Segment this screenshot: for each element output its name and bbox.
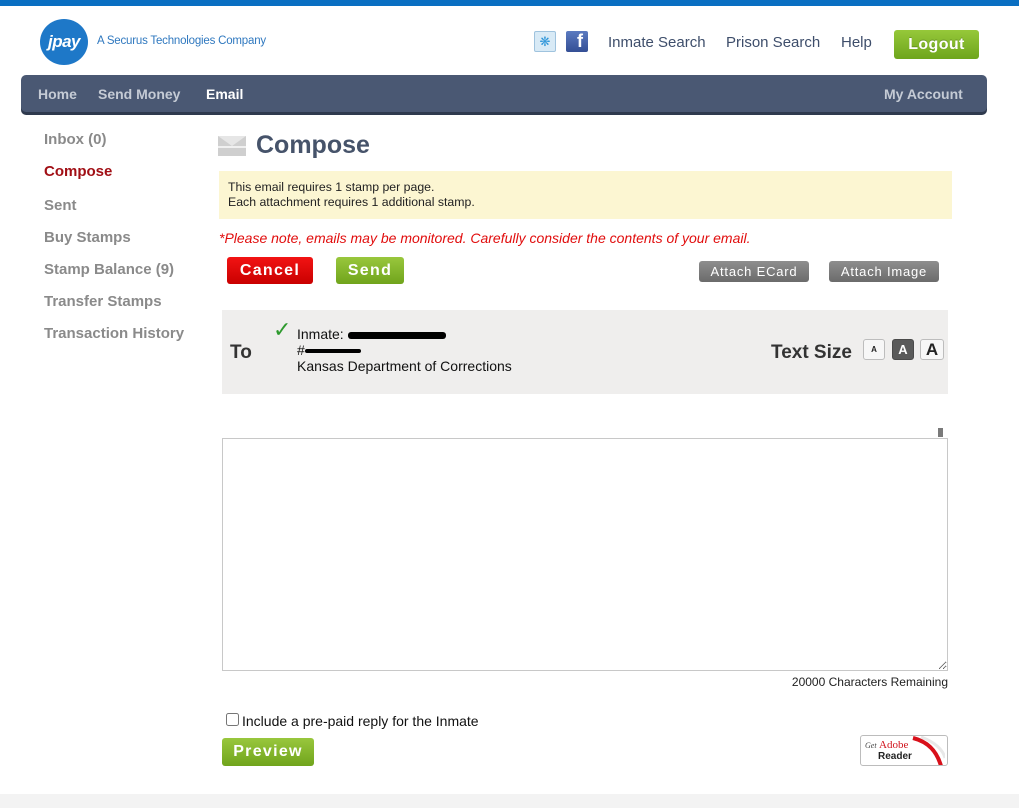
nav-send-money[interactable]: Send Money — [98, 86, 180, 102]
notice-line: Each attachment requires 1 additional st… — [228, 195, 475, 209]
sidebar-item-buy-stamps[interactable]: Buy Stamps — [44, 229, 131, 246]
notice-line: This email requires 1 stamp per page. — [228, 180, 435, 194]
prepaid-reply-checkbox[interactable] — [226, 713, 239, 726]
facebook-icon[interactable]: f — [566, 31, 588, 52]
inmate-id-line: # — [297, 342, 361, 358]
inmate-name-line: Inmate: — [297, 326, 446, 342]
top-accent-bar — [0, 0, 1019, 6]
stamp-notice: This email requires 1 stamp per page. Ea… — [219, 171, 952, 219]
preview-button[interactable]: Preview — [222, 738, 314, 766]
envelope-icon — [218, 136, 246, 156]
sidebar-item-transfer-stamps[interactable]: Transfer Stamps — [44, 293, 162, 310]
to-label: To — [230, 342, 252, 363]
logout-button[interactable]: Logout — [894, 30, 979, 59]
jpay-logo[interactable]: jpay — [40, 19, 88, 65]
nav-my-account[interactable]: My Account — [884, 86, 963, 102]
page-footer — [0, 794, 1019, 808]
inmate-search-link[interactable]: Inmate Search — [608, 34, 706, 51]
text-size-label: Text Size — [771, 342, 852, 363]
sidebar-item-sent[interactable]: Sent — [44, 197, 77, 214]
nav-home[interactable]: Home — [38, 86, 77, 102]
twitter-icon[interactable]: ❋ — [534, 31, 556, 52]
attach-image-button[interactable]: Attach Image — [829, 261, 939, 282]
logo-text: jpay — [47, 32, 81, 51]
prison-search-link[interactable]: Prison Search — [726, 34, 820, 51]
adobe-get-text: Get — [865, 741, 877, 750]
adobe-brand-text: Adobe — [879, 739, 909, 751]
main-nav: Home Send Money Email My Account — [21, 75, 987, 112]
recipient-panel: To ✓ Inmate: # Kansas Department of Corr… — [222, 310, 948, 394]
facility-name: Kansas Department of Corrections — [297, 358, 512, 374]
adobe-reader-text: Reader — [878, 751, 912, 762]
page-title: Compose — [256, 131, 370, 159]
text-size-large-button[interactable]: A — [920, 339, 944, 360]
cancel-button[interactable]: Cancel — [227, 257, 313, 284]
prepaid-reply-label[interactable]: Include a pre-paid reply for the Inmate — [242, 713, 479, 729]
text-size-small-button[interactable]: A — [863, 339, 885, 360]
inmate-id-prefix: # — [297, 342, 305, 358]
characters-remaining: 20000 Characters Remaining — [791, 675, 948, 689]
sidebar-item-transaction-history[interactable]: Transaction History — [44, 325, 184, 342]
toolbar-marker — [938, 428, 943, 437]
send-button[interactable]: Send — [336, 257, 404, 284]
help-link[interactable]: Help — [841, 34, 872, 51]
sidebar-item-inbox[interactable]: Inbox (0) — [44, 131, 107, 148]
attach-ecard-button[interactable]: Attach ECard — [699, 261, 809, 282]
nav-email[interactable]: Email — [206, 86, 243, 102]
redacted-inmate-id — [304, 349, 361, 354]
sidebar-item-compose[interactable]: Compose — [44, 163, 112, 180]
inmate-prefix: Inmate: — [297, 326, 344, 342]
get-adobe-reader-badge[interactable]: Get Adobe Reader — [860, 735, 948, 766]
brand-tagline: A Securus Technologies Company — [97, 35, 266, 47]
redacted-inmate-name — [347, 331, 446, 339]
adobe-swoosh-icon — [912, 736, 945, 765]
message-body-input[interactable] — [222, 438, 948, 671]
sidebar-item-stamp-balance[interactable]: Stamp Balance (9) — [44, 261, 174, 278]
monitor-warning: *Please note, emails may be monitored. C… — [219, 230, 751, 246]
text-size-medium-button[interactable]: A — [892, 339, 914, 360]
checkmark-icon: ✓ — [273, 318, 292, 343]
